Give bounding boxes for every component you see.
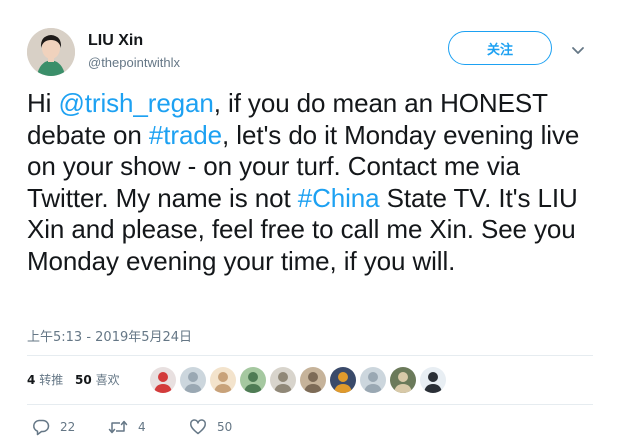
liker-3-avatar[interactable] [210, 367, 236, 393]
engagement-stats: 4 转推 50 喜欢 [27, 371, 128, 388]
reply-count: 22 [60, 420, 76, 434]
liker-5-avatar[interactable] [270, 367, 296, 393]
divider [27, 404, 593, 405]
hashtag-trade-link[interactable]: #trade [149, 120, 222, 150]
liker-avatars [150, 367, 446, 393]
liker-6-avatar[interactable] [300, 367, 326, 393]
tweet-text-segment: Hi [27, 88, 59, 118]
likes-stat-label: 喜欢 [95, 373, 120, 387]
like-count: 50 [217, 420, 233, 434]
retweet-action[interactable]: 4 [108, 417, 146, 437]
liker-7-avatar[interactable] [330, 367, 356, 393]
likes-stat[interactable]: 50 喜欢 [75, 373, 120, 387]
liker-4-avatar[interactable] [240, 367, 266, 393]
hashtag-china-link[interactable]: #China [298, 183, 380, 213]
tweet-text: Hi @trish_regan, if you do mean an HONES… [27, 88, 602, 277]
chevron-down-icon[interactable] [568, 40, 588, 60]
retweets-stat-label: 转推 [39, 373, 64, 387]
follow-button[interactable]: 关注 [448, 31, 552, 65]
mention-link[interactable]: @trish_regan [58, 88, 213, 118]
author-handle[interactable]: @thepointwithlx [88, 55, 180, 70]
reply-action[interactable]: 22 [32, 417, 75, 437]
liker-1-avatar[interactable] [150, 367, 176, 393]
liker-9-avatar[interactable] [390, 367, 416, 393]
reply-icon [32, 418, 50, 436]
likes-stat-count: 50 [75, 373, 92, 387]
retweet-icon [108, 418, 128, 436]
liker-10-avatar[interactable] [420, 367, 446, 393]
tweet-timestamp[interactable]: 上午5:13 - 2019年5月24日 [27, 326, 192, 345]
author-avatar[interactable] [27, 28, 75, 76]
heart-icon [189, 418, 207, 436]
retweets-stat-count: 4 [27, 373, 36, 387]
retweet-count: 4 [138, 420, 146, 434]
divider [27, 355, 593, 356]
tweet-card: LIU Xin @thepointwithlx 关注 Hi @trish_reg… [0, 0, 620, 439]
retweets-stat[interactable]: 4 转推 [27, 373, 63, 387]
liker-8-avatar[interactable] [360, 367, 386, 393]
author-display-name[interactable]: LIU Xin [88, 32, 143, 50]
like-action[interactable]: 50 [189, 417, 232, 437]
liker-2-avatar[interactable] [180, 367, 206, 393]
